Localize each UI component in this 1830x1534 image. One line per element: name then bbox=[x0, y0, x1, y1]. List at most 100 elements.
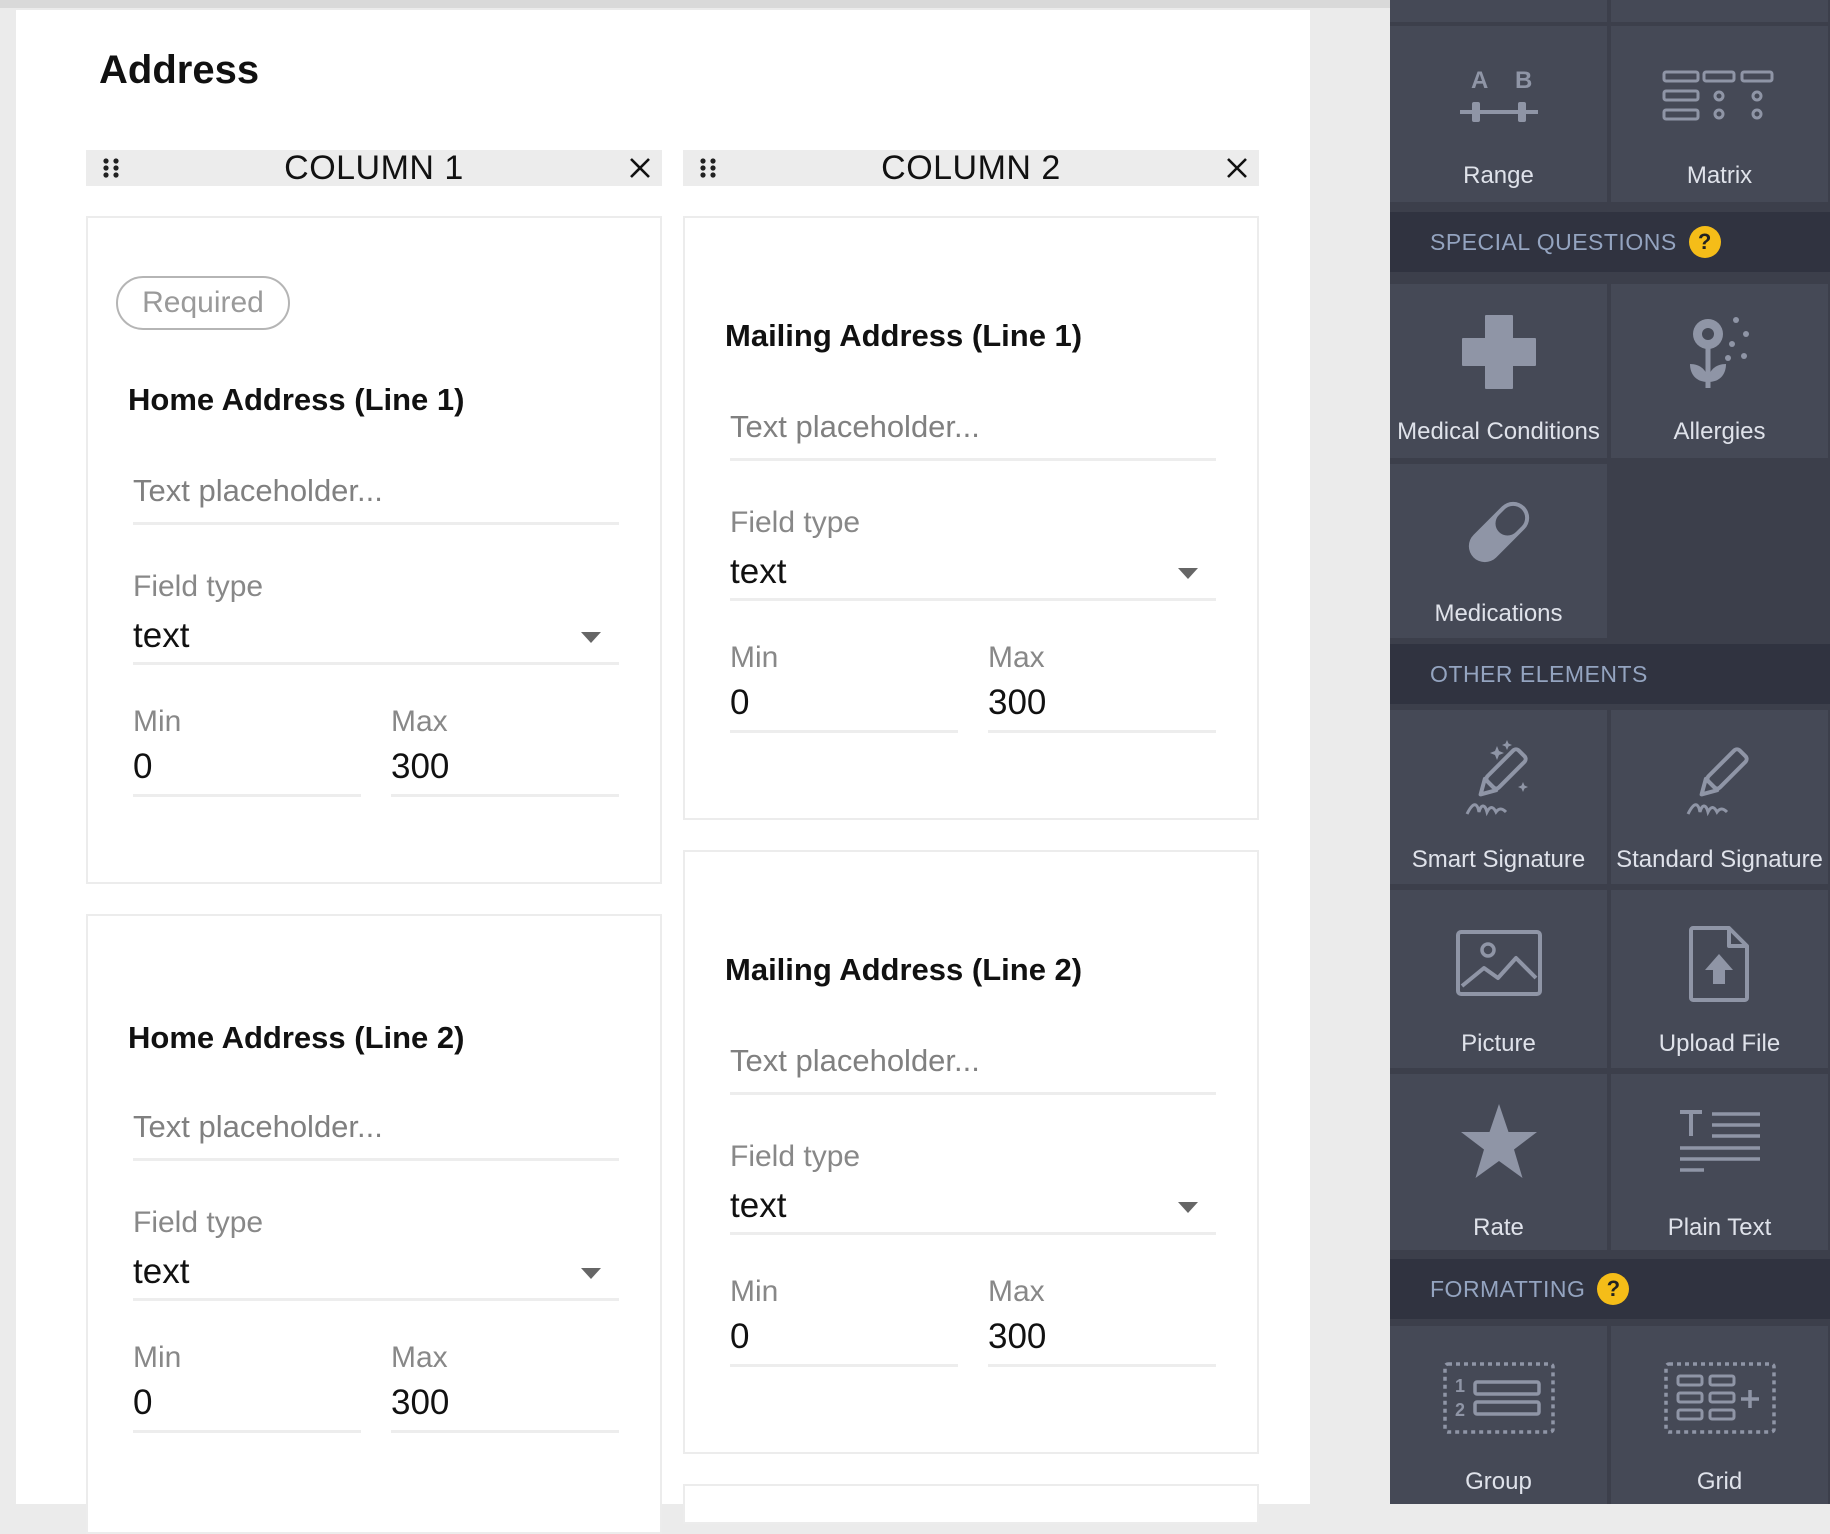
max-label: Max bbox=[391, 1341, 448, 1374]
min-field[interactable] bbox=[133, 740, 361, 797]
field-type-label: Field type bbox=[730, 1140, 861, 1173]
section-header-special-questions: SPECIAL QUESTIONS ? bbox=[1390, 212, 1830, 272]
chevron-down-icon bbox=[581, 1268, 601, 1279]
max-field[interactable] bbox=[988, 676, 1216, 733]
palette-tile-grid[interactable]: Grid bbox=[1611, 1326, 1828, 1504]
section-title: Address bbox=[99, 48, 260, 92]
question-card-partial[interactable] bbox=[683, 1484, 1259, 1524]
max-field[interactable] bbox=[391, 1376, 619, 1433]
min-input[interactable] bbox=[730, 1310, 958, 1364]
question-label: Mailing Address (Line 2) bbox=[725, 952, 1083, 987]
chevron-down-icon bbox=[581, 632, 601, 643]
min-field[interactable] bbox=[133, 1376, 361, 1433]
required-badge[interactable]: Required bbox=[116, 276, 290, 330]
placeholder-field[interactable] bbox=[133, 460, 619, 525]
max-input[interactable] bbox=[391, 1376, 619, 1430]
tile-label: Allergies bbox=[1673, 418, 1766, 445]
placeholder-input[interactable] bbox=[730, 396, 1216, 458]
question-label: Home Address (Line 1) bbox=[128, 382, 465, 417]
drag-handle-icon[interactable] bbox=[100, 157, 122, 179]
close-icon[interactable] bbox=[628, 156, 652, 180]
palette-tile-medications[interactable]: Medications bbox=[1390, 464, 1607, 638]
palette-tile-cut[interactable] bbox=[1611, 0, 1828, 22]
grid-icon bbox=[1663, 1362, 1776, 1434]
picture-icon bbox=[1455, 930, 1542, 996]
chevron-down-icon bbox=[1178, 568, 1198, 579]
column-1-title: COLUMN 1 bbox=[284, 148, 464, 187]
min-field[interactable] bbox=[730, 676, 958, 733]
drag-handle-icon[interactable] bbox=[697, 157, 719, 179]
section-header-label: SPECIAL QUESTIONS bbox=[1430, 228, 1677, 255]
tile-label: Upload File bbox=[1658, 1030, 1781, 1057]
close-icon[interactable] bbox=[1225, 156, 1249, 180]
section-header-label: FORMATTING bbox=[1430, 1275, 1586, 1302]
tile-label: Group bbox=[1465, 1468, 1532, 1495]
plain-text-icon bbox=[1679, 1110, 1760, 1172]
field-type-label: Field type bbox=[133, 570, 264, 603]
palette-tile-picture[interactable]: Picture bbox=[1390, 890, 1607, 1068]
min-field[interactable] bbox=[730, 1310, 958, 1367]
palette-tile-matrix[interactable]: Matrix bbox=[1611, 26, 1828, 202]
smart-signature-icon bbox=[1465, 740, 1528, 817]
palette-tile-upload-file[interactable]: Upload File bbox=[1611, 890, 1828, 1068]
field-type-select[interactable]: text bbox=[730, 546, 1216, 601]
palette-tile-allergies[interactable]: Allergies bbox=[1611, 284, 1828, 458]
palette-tile-rate[interactable]: Rate bbox=[1390, 1074, 1607, 1250]
placeholder-field[interactable] bbox=[730, 396, 1216, 461]
question-card-home-line-2[interactable]: Home Address (Line 2) Field type text Mi… bbox=[86, 914, 662, 1534]
min-input[interactable] bbox=[133, 740, 361, 794]
help-icon[interactable]: ? bbox=[1597, 1273, 1630, 1305]
section-header-label: OTHER ELEMENTS bbox=[1430, 660, 1648, 687]
signature-pen-icon bbox=[1686, 747, 1749, 817]
field-type-select[interactable]: text bbox=[133, 610, 619, 665]
palette-tile-smart-signature[interactable]: Smart Signature bbox=[1390, 710, 1607, 884]
question-card-home-line-1[interactable]: Required Home Address (Line 1) Field typ… bbox=[86, 216, 662, 884]
flower-icon bbox=[1689, 317, 1749, 388]
max-field[interactable] bbox=[391, 740, 619, 797]
pill-icon bbox=[1468, 501, 1529, 563]
top-strip bbox=[0, 0, 1390, 8]
help-icon[interactable]: ? bbox=[1688, 226, 1721, 258]
palette-tile-plain-text[interactable]: Plain Text bbox=[1611, 1074, 1828, 1250]
star-icon bbox=[1460, 1104, 1537, 1178]
min-label: Min bbox=[133, 705, 182, 738]
column-2-title: COLUMN 2 bbox=[881, 148, 1061, 187]
tile-label: Range bbox=[1463, 162, 1534, 189]
medical-cross-icon bbox=[1461, 315, 1536, 389]
field-type-select[interactable]: text bbox=[133, 1246, 619, 1301]
tile-label: Medical Conditions bbox=[1397, 418, 1600, 445]
placeholder-input[interactable] bbox=[730, 1030, 1216, 1092]
placeholder-input[interactable] bbox=[133, 1096, 619, 1158]
field-type-select[interactable]: text bbox=[730, 1180, 1216, 1235]
tile-label: Standard Signature bbox=[1616, 846, 1823, 873]
section-header-other-elements: OTHER ELEMENTS bbox=[1390, 644, 1830, 704]
min-input[interactable] bbox=[730, 676, 958, 730]
max-input[interactable] bbox=[391, 740, 619, 794]
palette-tile-cut[interactable] bbox=[1390, 0, 1607, 22]
tile-label: Plain Text bbox=[1667, 1214, 1772, 1241]
question-card-mailing-line-2[interactable]: Mailing Address (Line 2) Field type text… bbox=[683, 850, 1259, 1454]
palette-tile-group[interactable]: 1 2 Group bbox=[1390, 1326, 1607, 1504]
max-label: Max bbox=[988, 641, 1045, 674]
palette-tile-standard-signature[interactable]: Standard Signature bbox=[1611, 710, 1828, 884]
max-input[interactable] bbox=[988, 1310, 1216, 1364]
matrix-icon bbox=[1662, 70, 1773, 121]
chevron-down-icon bbox=[1178, 1202, 1198, 1213]
question-card-mailing-line-1[interactable]: Mailing Address (Line 1) Field type text… bbox=[683, 216, 1259, 820]
question-label: Home Address (Line 2) bbox=[128, 1020, 465, 1055]
max-input[interactable] bbox=[988, 676, 1216, 730]
field-type-label: Field type bbox=[133, 1206, 264, 1239]
placeholder-field[interactable] bbox=[730, 1030, 1216, 1095]
min-input[interactable] bbox=[133, 1376, 361, 1430]
placeholder-field[interactable] bbox=[133, 1096, 619, 1161]
svg-text:1: 1 bbox=[1455, 1376, 1465, 1396]
palette-tile-range[interactable]: A B Range bbox=[1390, 26, 1607, 202]
column-1-header[interactable]: COLUMN 1 bbox=[86, 148, 662, 187]
column-2-header[interactable]: COLUMN 2 bbox=[683, 148, 1259, 187]
palette-tile-medical-conditions[interactable]: Medical Conditions bbox=[1390, 284, 1607, 458]
form-canvas: Address COLUMN 1 COLUMN 2 Required Home … bbox=[16, 10, 1310, 1534]
max-field[interactable] bbox=[988, 1310, 1216, 1367]
tile-label: Rate bbox=[1473, 1214, 1524, 1241]
placeholder-input[interactable] bbox=[133, 460, 619, 522]
field-type-label: Field type bbox=[730, 506, 861, 539]
